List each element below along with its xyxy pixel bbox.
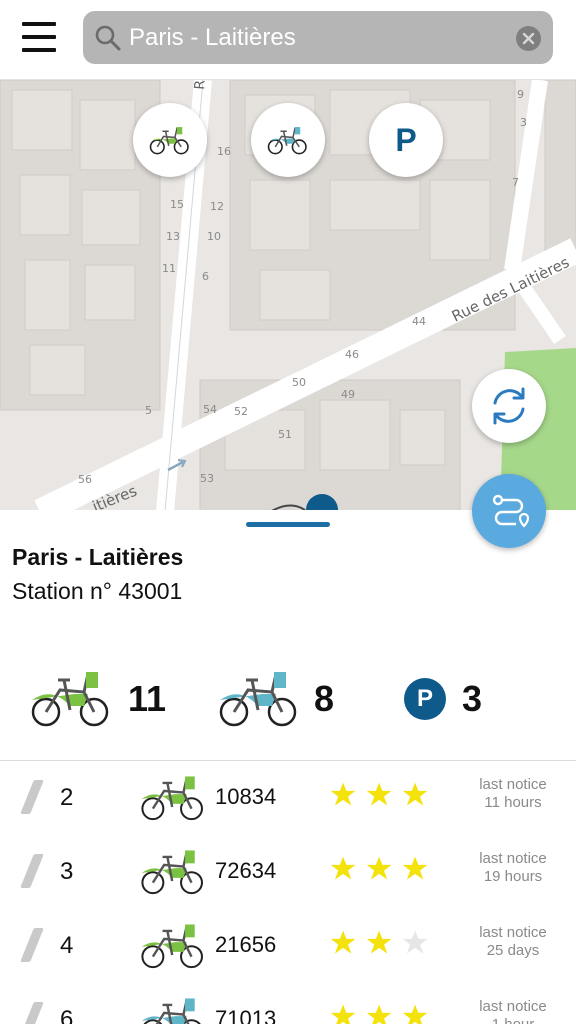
route-button[interactable] (472, 474, 546, 548)
star-icon (366, 1004, 392, 1024)
last-notice: last notice1 hour (464, 998, 562, 1024)
last-notice-time: 25 days (486, 942, 540, 959)
street-label: R (192, 80, 209, 90)
bike-id: 72634 (215, 858, 277, 883)
last-notice-label: last notice (479, 776, 547, 793)
house-number: 5 (145, 404, 152, 417)
station-name: Paris - Laitières (12, 544, 184, 570)
star-icon (366, 930, 392, 954)
rating-stars (330, 856, 428, 880)
mechanical-bike-icon (141, 924, 203, 969)
house-number: 3 (520, 116, 527, 129)
search-icon (95, 25, 121, 51)
search-input[interactable] (129, 19, 509, 57)
bike-row[interactable]: 3 72634 last notice 19 hours (0, 836, 576, 910)
bike-row[interactable]: 6 71013 last notice1 hour (0, 984, 576, 1024)
mechanical-bike-count: 11 (128, 678, 167, 719)
house-number: 46 (345, 348, 359, 361)
house-number: 15 (170, 198, 184, 211)
house-number: 10 (207, 230, 221, 243)
parking-count: 3 (462, 678, 483, 719)
availability-summary: 11 8 P 3 (0, 660, 576, 740)
star-icon (330, 782, 356, 806)
star-icon (402, 782, 428, 806)
rating-stars (330, 1004, 428, 1024)
bike-id: 10834 (215, 784, 277, 809)
last-notice-time: 1 hour (464, 1016, 562, 1024)
dock-icon (20, 854, 44, 888)
mechanical-bike-icon (31, 672, 109, 727)
last-notice: last notice 19 hours (464, 850, 562, 886)
parking-icon: P (404, 678, 446, 720)
last-notice: last notice 11 hours (464, 776, 562, 812)
filter-electric-bikes-button[interactable] (251, 103, 325, 177)
mechanical-bike-icon (149, 127, 189, 155)
electric-bike-icon (267, 127, 307, 155)
star-icon (366, 782, 392, 806)
refresh-button[interactable] (472, 369, 546, 443)
dock-icon (20, 1002, 44, 1024)
house-number: 11 (162, 262, 176, 275)
star-icon (366, 856, 392, 880)
electric-bike-icon (219, 672, 297, 727)
route-icon (492, 494, 530, 528)
dock-icon (20, 928, 44, 962)
bike-row[interactable]: 4 21656 last notice 25 days (0, 910, 576, 984)
house-number: 56 (78, 473, 92, 486)
bike-row[interactable]: 2 10834 last notice 11 hours (0, 762, 576, 836)
menu-icon[interactable] (22, 22, 56, 52)
last-notice-label: last notice (479, 998, 547, 1015)
last-notice-label: last notice (479, 850, 547, 867)
star-icon (330, 1004, 356, 1024)
house-number: 53 (200, 472, 214, 485)
electric-bike-icon (141, 998, 201, 1024)
divider (0, 760, 576, 761)
parking-icon: P (395, 122, 417, 158)
filter-mechanical-bikes-button[interactable] (133, 103, 207, 177)
house-number: 6 (202, 270, 209, 283)
house-number: 51 (278, 428, 292, 441)
star-icon (402, 856, 428, 880)
house-number: 52 (234, 405, 248, 418)
dock-icon (20, 780, 44, 814)
house-number: 44 (412, 315, 426, 328)
house-number: 16 (217, 145, 231, 158)
clear-search-icon[interactable] (516, 26, 541, 51)
rating-stars (330, 782, 428, 806)
house-number: 13 (166, 230, 180, 243)
mechanical-bike-icon (141, 776, 203, 821)
house-number: 12 (210, 200, 224, 213)
electric-bike-count: 8 (314, 678, 335, 719)
station-number: Station n° 43001 (12, 578, 183, 604)
map-view[interactable]: Rue des Laitières itières R 16 15 13 11 … (0, 80, 576, 512)
star-icon (330, 856, 356, 880)
house-number: 54 (203, 403, 217, 416)
mechanical-bike-icon (141, 850, 203, 895)
search-bar[interactable] (83, 11, 553, 64)
refresh-icon (493, 387, 525, 425)
house-number: 9 (517, 88, 524, 101)
drag-handle[interactable] (246, 522, 330, 527)
house-number: 49 (341, 388, 355, 401)
dock-number: 2 (60, 784, 74, 811)
last-notice-label: last notice (479, 924, 547, 941)
bike-id: 21656 (215, 932, 277, 957)
rating-stars (330, 930, 428, 954)
top-bar (0, 0, 576, 80)
last-notice-time: 19 hours (483, 868, 543, 885)
house-number: 50 (292, 376, 306, 389)
dock-number: 3 (60, 858, 74, 885)
star-icon (402, 1004, 428, 1024)
bike-id: 71013 (215, 1006, 277, 1024)
star-icon (330, 930, 356, 954)
star-icon (402, 930, 428, 954)
dock-number: 6 (60, 1006, 74, 1024)
last-notice-time: 11 hours (484, 794, 542, 811)
dock-number: 4 (60, 932, 74, 959)
filter-parking-button[interactable]: P (369, 103, 443, 177)
last-notice: last notice 25 days (464, 924, 562, 960)
house-number: 7 (512, 176, 519, 189)
station-panel: Paris - Laitières Station n° 43001 11 8 … (0, 510, 576, 1024)
